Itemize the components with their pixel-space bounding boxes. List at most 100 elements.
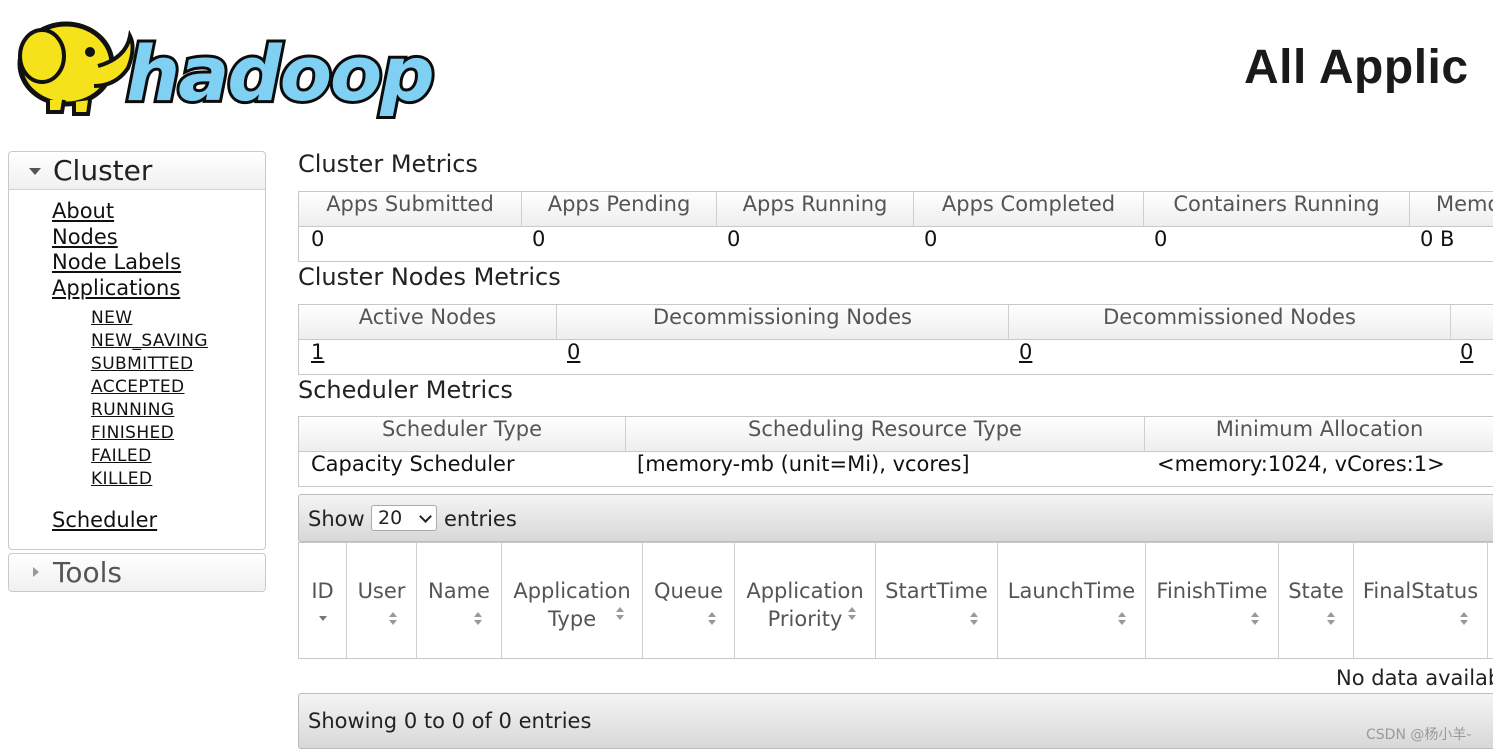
elephant-icon (17, 21, 135, 116)
column-user-label: User (357, 579, 406, 603)
column-id[interactable]: ID (299, 543, 347, 658)
cluster-nodes-metrics-table: Active Nodes Decommissioning Nodes Decom… (298, 304, 1493, 375)
cluster-label: Cluster (53, 154, 153, 187)
active-nodes-header: Active Nodes (299, 305, 557, 339)
hadoop-logo: hadoop (17, 21, 438, 120)
column-application-priority[interactable]: Application Priority (735, 543, 876, 658)
containers-running-header: Containers Running (1144, 192, 1410, 226)
sort-icon (1459, 612, 1469, 626)
column-queue[interactable]: Queue (643, 543, 735, 658)
column-finish-time[interactable]: FinishTime (1146, 543, 1279, 658)
next-metric-header (1451, 305, 1493, 339)
apps-running-value: 0 (727, 227, 741, 251)
cluster-nodes-metrics-title: Cluster Nodes Metrics (298, 263, 561, 291)
apps-pending-header: Apps Pending (522, 192, 717, 226)
column-final-status-label: FinalStatus (1362, 579, 1479, 603)
tools-panel[interactable]: Tools (8, 553, 266, 592)
decommissioning-nodes-link[interactable]: 0 (567, 340, 580, 374)
apps-completed-header: Apps Completed (914, 192, 1144, 226)
apps-submitted-header: Apps Submitted (299, 192, 522, 226)
entries-label: entries (444, 507, 517, 531)
sort-icon (615, 607, 625, 621)
column-launch-time[interactable]: LaunchTime (998, 543, 1146, 658)
sort-icon (388, 612, 398, 626)
nav-nodes-link[interactable]: Nodes (52, 225, 118, 249)
cluster-panel-header[interactable]: Cluster (9, 152, 265, 190)
empty-table-message: No data availab (1336, 666, 1493, 690)
table-header-row: Active Nodes Decommissioning Nodes Decom… (299, 305, 1493, 340)
column-application-priority-label: Application Priority (746, 579, 864, 631)
expand-triangle-icon (33, 567, 39, 577)
apps-completed-value: 0 (924, 227, 938, 251)
tools-label: Tools (53, 556, 122, 589)
sort-icon (1326, 612, 1336, 626)
column-id-label: ID (311, 579, 334, 603)
minimum-allocation-value: <memory:1024, vCores:1> (1157, 452, 1445, 476)
scheduler-type-value: Capacity Scheduler (311, 452, 515, 476)
column-state[interactable]: State (1279, 543, 1354, 658)
nav-scheduler-link[interactable]: Scheduler (52, 508, 157, 532)
chevron-down-icon (419, 510, 432, 523)
app-state-accepted-link[interactable]: ACCEPTED (91, 377, 184, 397)
tools-panel-header[interactable]: Tools (9, 554, 265, 591)
column-application-type[interactable]: Application Type (502, 543, 643, 658)
column-name[interactable]: Name (417, 543, 502, 658)
sort-icon (847, 607, 857, 621)
table-header-row: Scheduler Type Scheduling Resource Type … (299, 417, 1493, 452)
app-state-new-link[interactable]: NEW (91, 308, 132, 328)
column-start-time-label: StartTime (885, 579, 988, 603)
app-state-submitted-link[interactable]: SUBMITTED (91, 354, 193, 374)
page-size-value: 20 (378, 507, 403, 529)
sort-icon (1117, 612, 1127, 626)
app-state-new-saving-link[interactable]: NEW_SAVING (91, 331, 208, 351)
column-start-time[interactable]: StartTime (876, 543, 998, 658)
table-row: Capacity Scheduler [memory-mb (unit=Mi),… (299, 452, 1493, 486)
column-application-type-label: Application Type (513, 579, 631, 631)
sort-desc-icon (318, 612, 328, 626)
decommissioned-nodes-header: Decommissioned Nodes (1009, 305, 1451, 339)
scheduling-resource-type-value: [memory-mb (unit=Mi), vcores] (637, 452, 970, 476)
scheduling-resource-type-header: Scheduling Resource Type (626, 417, 1145, 451)
column-name-label: Name (428, 579, 490, 603)
app-state-running-link[interactable]: RUNNING (91, 400, 174, 420)
sort-icon (969, 612, 979, 626)
column-final-status[interactable]: FinalStatus (1354, 543, 1488, 658)
scheduler-type-header: Scheduler Type (299, 417, 626, 451)
nav-about-link[interactable]: About (52, 199, 114, 223)
active-nodes-link[interactable]: 1 (311, 340, 324, 374)
decommissioning-nodes-header: Decommissioning Nodes (557, 305, 1009, 339)
watermark: CSDN @杨小羊- (1366, 727, 1472, 743)
sort-icon (473, 612, 483, 626)
nav-applications-link[interactable]: Applications (52, 276, 180, 300)
table-row: 0 0 0 0 0 0 B (299, 227, 1493, 261)
page-size-select[interactable]: 20 (371, 505, 437, 531)
next-metric-link[interactable]: 0 (1460, 340, 1473, 374)
cluster-metrics-table: Apps Submitted Apps Pending Apps Running… (298, 191, 1493, 262)
sort-icon (707, 612, 717, 626)
show-label: Show (308, 507, 365, 531)
sort-icon (1250, 612, 1260, 626)
column-finish-time-label: FinishTime (1156, 579, 1268, 603)
column-state-label: State (1288, 579, 1344, 603)
memory-used-value: 0 B (1420, 227, 1455, 251)
table-length-toolbar: Show 20 entries (298, 494, 1493, 542)
decommissioned-nodes-link[interactable]: 0 (1019, 340, 1032, 374)
column-user[interactable]: User (347, 543, 417, 658)
scheduler-metrics-table: Scheduler Type Scheduling Resource Type … (298, 416, 1493, 487)
apps-running-header: Apps Running (717, 192, 914, 226)
minimum-allocation-header: Minimum Allocation (1215, 417, 1424, 441)
apps-pending-value: 0 (532, 227, 546, 251)
app-state-failed-link[interactable]: FAILED (91, 446, 152, 466)
applications-table-header: ID User Name Application Type Queue Appl… (298, 542, 1493, 659)
column-queue-label: Queue (654, 579, 723, 603)
table-info-text: Showing 0 to 0 of 0 entries (308, 709, 592, 733)
apps-submitted-value: 0 (311, 227, 325, 251)
nav-node-labels-link[interactable]: Node Labels (52, 250, 181, 274)
collapse-triangle-icon (29, 168, 41, 175)
containers-running-value: 0 (1154, 227, 1168, 251)
svg-text:hadoop: hadoop (126, 29, 433, 118)
app-state-finished-link[interactable]: FINISHED (91, 423, 174, 443)
app-state-killed-link[interactable]: KILLED (91, 469, 152, 489)
cluster-panel: Cluster About Nodes Node Labels Applicat… (8, 151, 266, 550)
scheduler-metrics-title: Scheduler Metrics (298, 376, 513, 404)
